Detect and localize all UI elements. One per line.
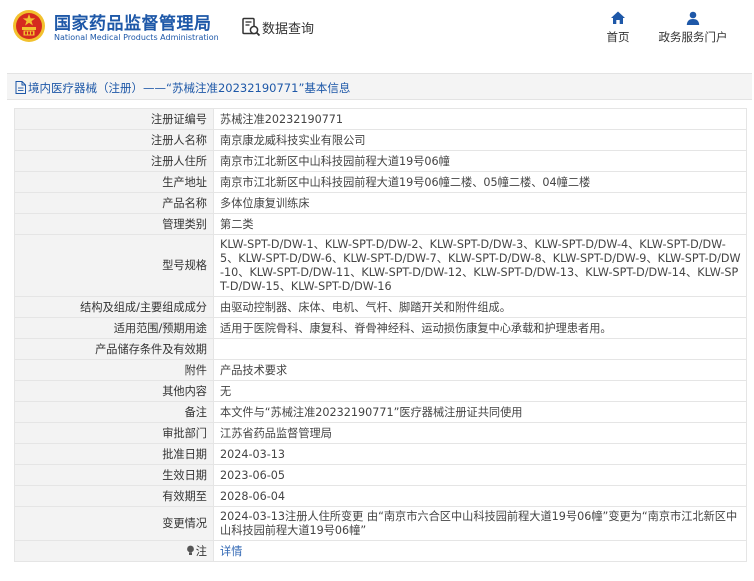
- field-label: 生效日期: [14, 464, 214, 486]
- field-value: 南京市江北新区中山科技园前程大道19号06幢: [213, 150, 747, 172]
- field-label: 备注: [14, 401, 214, 423]
- table-row: 产品名称 多体位康复训练床: [14, 192, 747, 214]
- field-value: 2024-03-13: [213, 443, 747, 465]
- breadcrumb-text: 境内医疗器械（注册）——“苏械注准20232190771”基本信息: [28, 81, 351, 95]
- field-label: 批准日期: [14, 443, 214, 465]
- field-value: 产品技术要求: [213, 359, 747, 381]
- table-row: 生效日期 2023-06-05: [14, 464, 747, 486]
- table-row: 其他内容无: [14, 380, 747, 402]
- breadcrumb: 境内医疗器械（注册）——“苏械注准20232190771”基本信息: [7, 73, 752, 100]
- field-label: 产品储存条件及有效期: [14, 338, 214, 360]
- field-label: 变更情况: [14, 506, 214, 541]
- home-icon: [611, 11, 625, 24]
- field-value: 江苏省药品监督管理局: [213, 422, 747, 444]
- national-emblem-icon: [13, 10, 45, 42]
- data-search-icon: [242, 17, 261, 37]
- field-label: 审批部门: [14, 422, 214, 444]
- table-row: 注册人名称 南京康龙威科技实业有限公司: [14, 129, 747, 151]
- nav-home-label: 首页: [606, 30, 630, 44]
- note-label-cell: 注: [14, 540, 214, 562]
- nav-gov-portal-label: 政务服务门户: [658, 30, 728, 44]
- field-value: 无: [213, 380, 747, 402]
- document-icon: [15, 81, 26, 94]
- field-label: 结构及组成/主要组成成分: [14, 296, 214, 318]
- note-label: 注: [195, 544, 207, 558]
- page-label: 数据查询: [262, 22, 315, 37]
- site-name[interactable]: 国家药品监督管理局: [54, 9, 212, 34]
- table-row: 型号规格 KLW-SPT-D/DW-1、KLW-SPT-D/DW-2、KLW-SP…: [14, 234, 747, 297]
- device-info-table: 注册证编号 苏械注准20232190771 注册人名称 南京康龙威科技实业有限公司 …: [14, 108, 747, 562]
- table-row: 适用范围/预期用途 适用于医院骨科、康复科、脊骨神经科、运动损伤康复中心承载和护理…: [14, 317, 747, 339]
- field-label: 附件: [14, 359, 214, 381]
- lightbulb-icon: [186, 545, 194, 555]
- field-label: 有效期至: [14, 485, 214, 507]
- field-value: 2023-06-05: [213, 464, 747, 486]
- table-row: 结构及组成/主要组成成分 由驱动控制器、床体、电机、气杆、脚踏开关和附件组成。: [14, 296, 747, 318]
- table-row: 注册证编号 苏械注准20232190771: [14, 108, 747, 130]
- field-label: 管理类别: [14, 213, 214, 235]
- field-label: 注册证编号: [14, 108, 214, 130]
- field-value: 2024-03-13注册人住所变更 由“南京市六合区中山科技园前程大道19号06…: [213, 506, 747, 541]
- table-row: 审批部门 江苏省药品监督管理局: [14, 422, 747, 444]
- field-value: 本文件与“苏械注准20232190771”医疗器械注册证共同使用: [213, 401, 747, 423]
- field-value: 苏械注准20232190771: [213, 108, 747, 130]
- field-value: 南京市江北新区中山科技园前程大道19号06幢二楼、05幢二楼、04幢二楼: [213, 171, 747, 193]
- table-row: 产品储存条件及有效期: [14, 338, 747, 360]
- note-value-cell: 详情: [213, 540, 747, 562]
- site-name-en[interactable]: National Medical Products Administration: [54, 33, 219, 42]
- field-label: 生产地址: [14, 171, 214, 193]
- field-label: 注册人住所: [14, 150, 214, 172]
- nav-home[interactable]: 首页: [601, 10, 635, 45]
- field-value: 2028-06-04: [213, 485, 747, 507]
- user-icon: [686, 11, 700, 25]
- table-row: 批准日期 2024-03-13: [14, 443, 747, 465]
- table-row: 注册人住所 南京市江北新区中山科技园前程大道19号06幢: [14, 150, 747, 172]
- field-label: 型号规格: [14, 234, 214, 297]
- field-label: 其他内容: [14, 380, 214, 402]
- field-label: 注册人名称: [14, 129, 214, 151]
- table-row: 有效期至 2028-06-04: [14, 485, 747, 507]
- table-row: 备注 本文件与“苏械注准20232190771”医疗器械注册证共同使用: [14, 401, 747, 423]
- table-row: 管理类别 第二类: [14, 213, 747, 235]
- table-row: 变更情况 2024-03-13注册人住所变更 由“南京市六合区中山科技园前程大道1…: [14, 506, 747, 541]
- field-value: 南京康龙威科技实业有限公司: [213, 129, 747, 151]
- field-value: KLW-SPT-D/DW-1、KLW-SPT-D/DW-2、KLW-SPT-D/…: [213, 234, 747, 297]
- table-row: 注 详情: [14, 540, 747, 562]
- field-label: 适用范围/预期用途: [14, 317, 214, 339]
- nav-gov-portal[interactable]: 政务服务门户: [652, 10, 734, 45]
- field-value: 适用于医院骨科、康复科、脊骨神经科、运动损伤康复中心承载和护理患者用。: [213, 317, 747, 339]
- field-value: 由驱动控制器、床体、电机、气杆、脚踏开关和附件组成。: [213, 296, 747, 318]
- field-value: 第二类: [213, 213, 747, 235]
- field-value: [213, 338, 747, 360]
- site-header: 国家药品监督管理局 National Medical Products Admi…: [0, 0, 754, 60]
- field-label: 产品名称: [14, 192, 214, 214]
- details-link[interactable]: 详情: [220, 545, 242, 558]
- table-row: 生产地址 南京市江北新区中山科技园前程大道19号06幢二楼、05幢二楼、04幢二楼: [14, 171, 747, 193]
- field-value: 多体位康复训练床: [213, 192, 747, 214]
- table-row: 附件 产品技术要求: [14, 359, 747, 381]
